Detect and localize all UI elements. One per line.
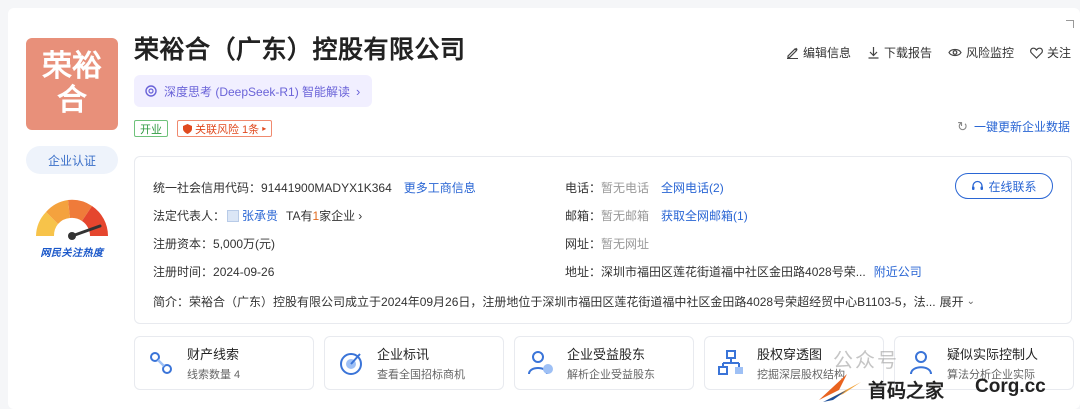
- email-value: 暂无邮箱: [601, 209, 650, 223]
- property-icon: [150, 352, 172, 374]
- ai-label: 深度思考 (DeepSeek-R1) 智能解读: [164, 84, 351, 99]
- tile-bid-news[interactable]: 企业标讯 查看全国招标商机: [324, 336, 504, 390]
- capital-value: 5,000万(元): [213, 237, 276, 251]
- legal-rep-label: 法定代表人：: [153, 209, 226, 223]
- phone-row: 电话： 暂无电话 全网电话(2): [565, 179, 724, 196]
- tile-actual-controller[interactable]: 疑似实际控制人 算法分析企业实际: [894, 336, 1074, 390]
- more-business-link[interactable]: 更多工商信息: [404, 179, 476, 196]
- tile-title: 财产线索: [187, 347, 240, 362]
- enterprise-cert-button[interactable]: 企业认证: [26, 146, 118, 174]
- headset-icon: [972, 180, 984, 190]
- legal-rep-count: 1: [312, 208, 320, 223]
- header-actions: 编辑信息 下载报告 风险监控 关注: [786, 44, 1071, 61]
- risk-monitor-label: 风险监控: [965, 46, 1014, 60]
- shield-icon: [183, 123, 192, 134]
- chevron-down-icon: ⌄: [966, 296, 975, 307]
- phone-label: 电话：: [565, 181, 602, 195]
- reg-date-label: 注册时间：: [153, 265, 214, 279]
- bid-icon: [340, 353, 362, 375]
- risk-badge-label: 关联风险 1条: [195, 123, 260, 136]
- edit-icon: [786, 47, 798, 59]
- refresh-data-button[interactable]: ↻ 一键更新企业数据: [957, 118, 1070, 135]
- equity-tree-icon: [718, 350, 743, 375]
- download-icon: [868, 47, 879, 59]
- expand-link[interactable]: 展开: [940, 293, 964, 310]
- ai-analysis-button[interactable]: 深度思考 (DeepSeek-R1) 智能解读 ›: [134, 75, 373, 107]
- legal-rep-row: 法定代表人： 张承贵 TA有 1 家企业 ›: [153, 207, 362, 224]
- capital-row: 注册资本： 5,000万(元): [153, 235, 275, 252]
- tile-title: 企业标讯: [377, 347, 430, 362]
- credit-code-value: 91441900MADYX1K364: [261, 180, 392, 195]
- online-contact-button[interactable]: 在线联系: [955, 173, 1053, 199]
- online-contact-label: 在线联系: [988, 179, 1037, 194]
- tile-subtitle: 算法分析企业实际: [947, 369, 1035, 381]
- intro-text: 荣裕合（广东）控股有限公司成立于2024年09月26日，注册地位于深圳市福田区莲…: [189, 295, 936, 309]
- company-name: 荣裕合（广东）控股有限公司: [134, 35, 466, 64]
- risk-monitor-button[interactable]: 风险监控: [948, 44, 1014, 61]
- website-row: 网址： 暂无网址: [565, 235, 649, 252]
- legal-rep-ta: TA有: [286, 209, 313, 223]
- chevron-right-icon: ›: [358, 208, 363, 223]
- address-value: 深圳市福田区莲花街道福中社区金田路4028号荣...: [601, 265, 866, 279]
- status-badge: 开业: [134, 120, 168, 137]
- email-row: 邮箱： 暂无邮箱 获取全网邮箱(1): [565, 207, 748, 224]
- company-logo: 荣裕 合: [26, 38, 118, 130]
- chevron-right-icon: ›: [356, 83, 361, 99]
- tile-beneficial-owner[interactable]: 企业受益股东 解析企业受益股东: [514, 336, 694, 390]
- controller-icon: [910, 351, 932, 375]
- ai-icon: [145, 85, 157, 97]
- capital-label: 注册资本：: [153, 237, 214, 251]
- eye-icon: [948, 48, 962, 57]
- legal-rep-suffix[interactable]: 家企业: [319, 207, 355, 224]
- website-label: 网址：: [565, 237, 602, 251]
- website-value: 暂无网址: [601, 237, 650, 251]
- nearby-company-link[interactable]: 附近公司: [874, 263, 922, 280]
- follow-label: 关注: [1046, 46, 1071, 60]
- corner-mark: [1066, 20, 1074, 28]
- tile-title: 企业受益股东: [567, 347, 646, 362]
- download-report-label: 下载报告: [883, 46, 932, 60]
- download-report-button[interactable]: 下载报告: [867, 44, 932, 61]
- caret-right-icon: ▸: [262, 124, 267, 133]
- address-row: 地址： 深圳市福田区莲花街道福中社区金田路4028号荣... 附近公司: [565, 263, 922, 280]
- tile-subtitle: 线索数量 4: [187, 369, 241, 381]
- phone-value: 暂无电话: [601, 181, 650, 195]
- address-label: 地址：: [565, 265, 602, 279]
- refresh-icon: ↻: [957, 118, 968, 134]
- credit-code-row: 统一社会信用代码： 91441900MADYX1K364 更多工商信息: [153, 179, 476, 196]
- follow-button[interactable]: 关注: [1030, 44, 1071, 61]
- tile-property-clues[interactable]: 财产线索 线索数量 4: [134, 336, 314, 390]
- credit-code-label: 统一社会信用代码：: [153, 181, 262, 195]
- tile-subtitle: 查看全国招标商机: [377, 369, 465, 381]
- tile-title: 疑似实际控制人: [947, 347, 1039, 362]
- edit-info-label: 编辑信息: [802, 46, 851, 60]
- shareholder-icon: [528, 351, 553, 375]
- feature-tiles: 财产线索 线索数量 4 企业标讯 查看全国招标商机 企业受益股东 解析企业受益股…: [134, 336, 1074, 390]
- heart-icon: [1030, 47, 1043, 59]
- legal-rep-link[interactable]: 张承贵: [242, 207, 278, 224]
- business-info-panel: 统一社会信用代码： 91441900MADYX1K364 更多工商信息 法定代表…: [134, 156, 1072, 324]
- email-label: 邮箱：: [565, 209, 602, 223]
- tile-subtitle: 挖掘深层股权结构: [757, 369, 845, 381]
- reg-date-row: 注册时间： 2024-09-26: [153, 263, 274, 280]
- reg-date-value: 2024-09-26: [213, 264, 275, 279]
- edit-info-button[interactable]: 编辑信息: [786, 44, 851, 61]
- tile-equity-tree[interactable]: 股权穿透图 挖掘深层股权结构: [704, 336, 884, 390]
- intro-label: 简介：: [153, 295, 190, 309]
- avatar: [227, 209, 240, 222]
- risk-badge[interactable]: 关联风险 1条 ▸: [177, 120, 273, 137]
- intro-row: 简介： 荣裕合（广东）控股有限公司成立于2024年09月26日，注册地位于深圳市…: [153, 293, 1063, 310]
- tile-title: 股权穿透图: [757, 347, 823, 362]
- email-all-link[interactable]: 获取全网邮箱(1): [661, 207, 748, 224]
- heat-gauge-icon: [36, 199, 109, 240]
- tile-subtitle: 解析企业受益股东: [567, 369, 655, 381]
- phone-all-link[interactable]: 全网电话(2): [661, 179, 724, 196]
- refresh-label: 一键更新企业数据: [973, 120, 1070, 134]
- heat-label: 网民关注热度: [40, 248, 104, 259]
